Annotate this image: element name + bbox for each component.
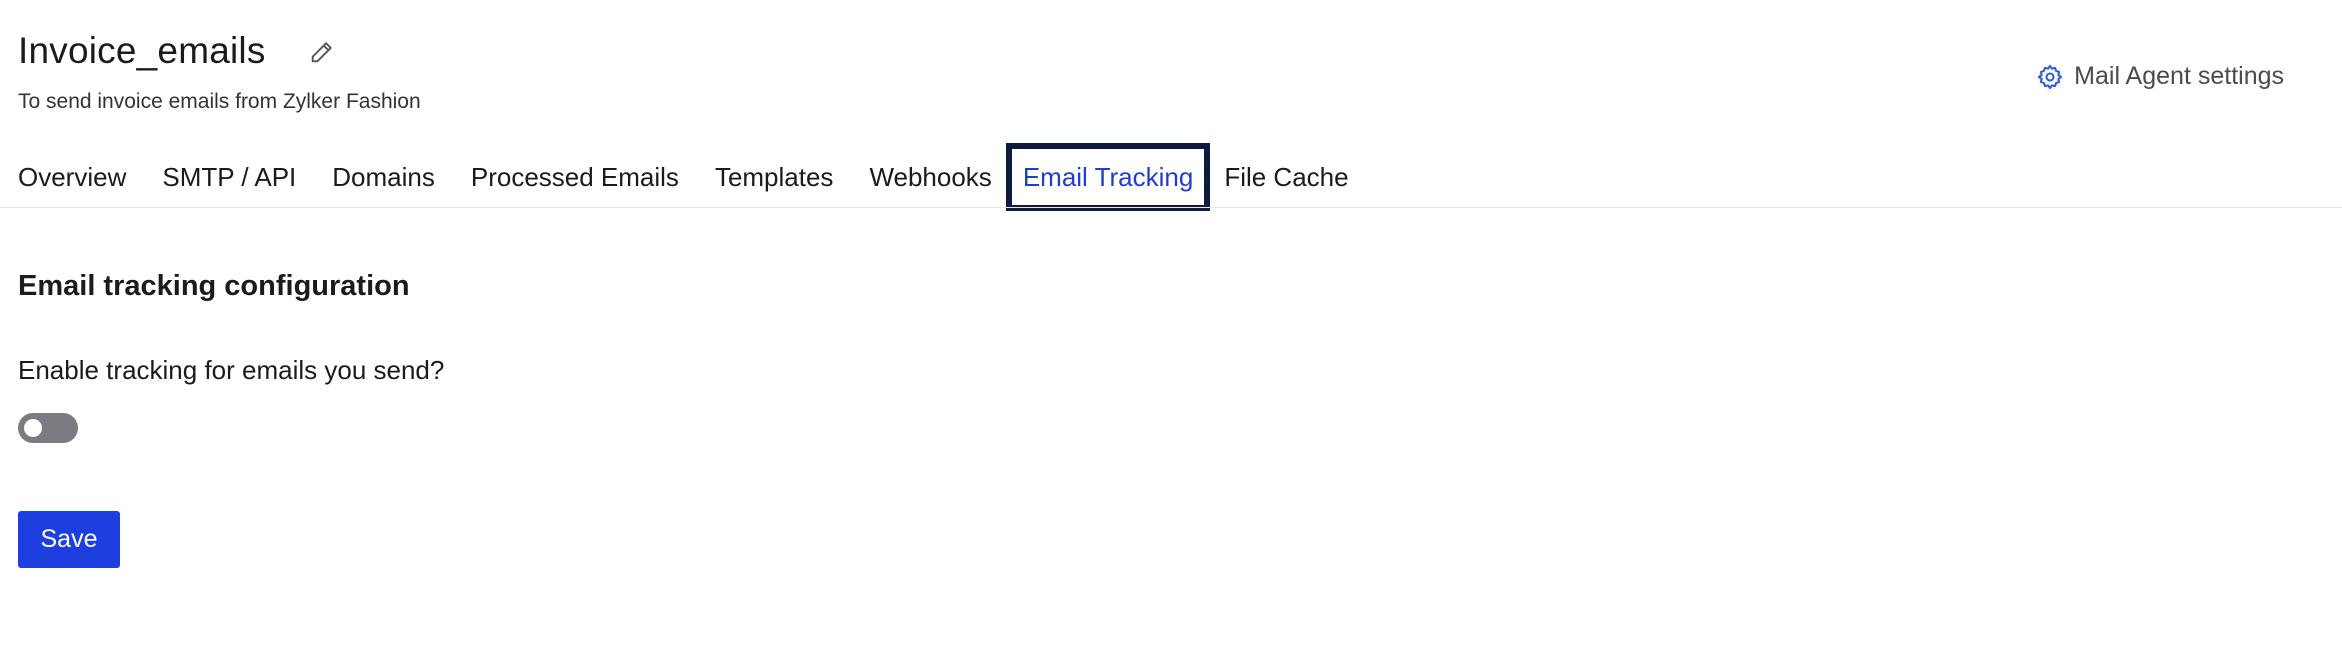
tab-templates[interactable]: Templates	[715, 144, 834, 210]
section-title: Email tracking configuration	[18, 270, 410, 302]
tab-domains[interactable]: Domains	[332, 144, 435, 210]
gear-icon	[2036, 63, 2064, 91]
page-subtitle: To send invoice emails from Zylker Fashi…	[18, 90, 421, 113]
tab-email-tracking[interactable]: Email Tracking	[1005, 143, 1211, 211]
settings-link-label: Mail Agent settings	[2074, 62, 2284, 90]
tab-overview[interactable]: Overview	[18, 144, 126, 210]
tab-smtp-api[interactable]: SMTP / API	[162, 144, 296, 210]
mail-agent-page: Invoice_emails To send invoice emails fr…	[0, 0, 2342, 648]
toggle-knob	[24, 419, 42, 437]
tab-processed-emails[interactable]: Processed Emails	[471, 144, 679, 210]
save-button[interactable]: Save	[18, 511, 120, 568]
tab-file-cache[interactable]: File Cache	[1224, 144, 1348, 210]
tab-bar: Overview SMTP / API Domains Processed Em…	[18, 143, 1385, 211]
tracking-question-label: Enable tracking for emails you send?	[18, 355, 445, 385]
pencil-icon[interactable]	[308, 38, 336, 66]
mail-agent-settings-link[interactable]: Mail Agent settings	[2036, 62, 2284, 91]
title-row: Invoice_emails	[18, 30, 421, 72]
tab-divider	[0, 207, 2342, 208]
tracking-toggle[interactable]	[18, 413, 78, 443]
tab-webhooks[interactable]: Webhooks	[869, 144, 991, 210]
page-header: Invoice_emails To send invoice emails fr…	[18, 30, 421, 114]
page-title: Invoice_emails	[18, 30, 266, 71]
